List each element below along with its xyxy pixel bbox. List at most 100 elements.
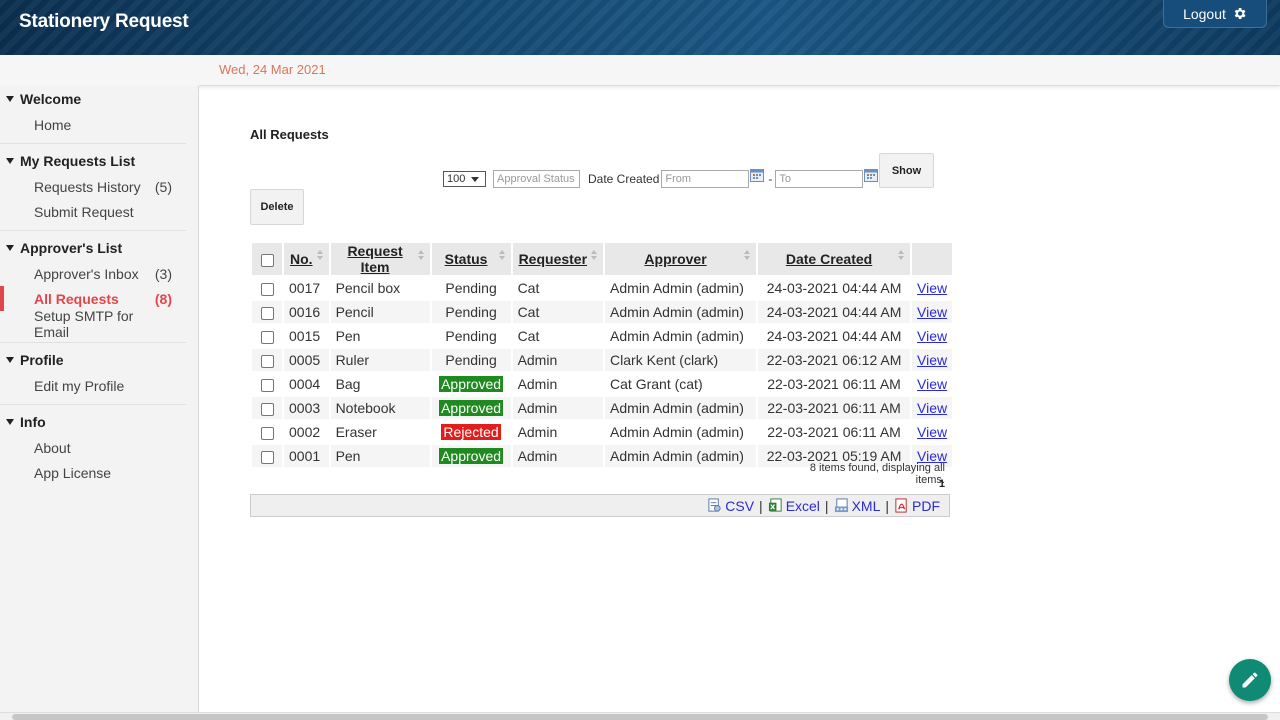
section-title-text: My Requests List	[20, 153, 136, 169]
export-xml-link[interactable]: XML	[834, 498, 880, 514]
cell-status: Pending	[432, 325, 511, 347]
cell-no: 0002	[289, 424, 321, 440]
row-checkbox[interactable]	[260, 426, 274, 440]
header-label: Approver	[644, 251, 707, 267]
sidebar-item-approvers-inbox[interactable]: Approver's Inbox (3)	[0, 261, 186, 286]
sidebar-item-label: App License	[34, 464, 112, 481]
sidebar-section-welcome: Welcome Home	[0, 86, 186, 144]
header-actions	[912, 243, 953, 275]
row-checkbox[interactable]	[260, 450, 274, 464]
scrollbar-thumb[interactable]	[12, 714, 1268, 720]
sidebar-section-title[interactable]: Info	[0, 409, 186, 435]
view-link[interactable]: View	[917, 280, 947, 296]
sidebar-item-label: Home	[34, 116, 72, 133]
cell-date: 24-03-2021 04:44 AM	[766, 280, 902, 296]
cell-status: Pending	[432, 277, 511, 299]
cell-item: Eraser	[335, 424, 377, 440]
page-size-select[interactable]: 100	[443, 171, 486, 187]
calendar-icon[interactable]	[864, 168, 879, 182]
date-from-input[interactable]: From	[661, 170, 750, 188]
sidebar-item-label: About	[34, 439, 71, 456]
export-csv-label: CSV	[725, 497, 755, 514]
csv-file-icon	[708, 498, 721, 512]
cell-date: 22-03-2021 06:11 AM	[758, 397, 911, 419]
row-checkbox[interactable]	[260, 330, 274, 344]
cell-no: 0001	[284, 445, 329, 467]
approval-status-input[interactable]: Approval Status	[493, 170, 580, 188]
select-all-checkbox[interactable]	[260, 253, 274, 267]
sidebar-item-edit-profile[interactable]: Edit my Profile	[0, 373, 186, 398]
edit-fab-button[interactable]	[1229, 659, 1271, 701]
sidebar-section-my-requests: My Requests List Requests History (5) Sub…	[0, 144, 186, 231]
export-pdf-link[interactable]: PDF	[894, 498, 940, 514]
cell-item: Pen	[335, 328, 361, 344]
date-created-label: Date Created	[588, 172, 660, 186]
row-checkbox[interactable]	[260, 306, 274, 320]
view-link[interactable]: View	[917, 400, 947, 416]
date-to-input[interactable]: To	[775, 170, 864, 188]
filter-bar: 100 Approval Status Date Created From - …	[443, 168, 879, 188]
cell-approver: Admin Admin (admin)	[605, 301, 757, 323]
view-link[interactable]: View	[917, 424, 947, 440]
header-date-created[interactable]: Date Created	[758, 243, 911, 275]
cell-approver: Admin Admin (admin)	[610, 424, 744, 440]
sidebar-item-requests-history[interactable]: Requests History (5)	[0, 174, 186, 199]
cell-approver: Admin Admin (admin)	[605, 445, 757, 467]
date-bar: Wed, 24 Mar 2021	[0, 55, 1280, 86]
sidebar-item-setup-smtp[interactable]: Setup SMTP for Email	[0, 308, 186, 340]
view-link[interactable]: View	[917, 376, 947, 392]
logout-button[interactable]: Logout	[1163, 0, 1267, 28]
row-checkbox[interactable]	[260, 378, 274, 392]
row-checkbox-cell	[252, 397, 282, 419]
cell-action: View	[912, 397, 953, 419]
sort-icon	[417, 250, 426, 260]
row-checkbox[interactable]	[260, 354, 274, 368]
export-bar: CSV | Excel | XML | PDF	[250, 494, 950, 517]
sidebar-section-info: Info About App License	[0, 405, 186, 491]
show-button[interactable]: Show	[879, 153, 934, 188]
sidebar-item-submit-request[interactable]: Submit Request	[0, 199, 186, 224]
sidebar-section-title[interactable]: Profile	[0, 347, 186, 373]
delete-button[interactable]: Delete	[250, 189, 304, 225]
sidebar-item-app-license[interactable]: App License	[0, 460, 186, 485]
sidebar-section-title[interactable]: Approver's List	[0, 235, 186, 261]
view-link[interactable]: View	[917, 328, 947, 344]
horizontal-scrollbar[interactable]	[0, 712, 1280, 720]
cell-status: Pending	[431, 301, 511, 323]
section-title-text: Info	[20, 414, 46, 430]
sidebar-item-about[interactable]: About	[0, 435, 186, 460]
row-checkbox[interactable]	[260, 402, 274, 416]
caret-down-icon	[6, 96, 14, 102]
row-checkbox[interactable]	[260, 282, 274, 296]
view-link[interactable]: View	[917, 304, 947, 320]
cell-item: Ruler	[330, 349, 430, 371]
calendar-icon[interactable]	[750, 168, 765, 182]
cell-date: 24-03-2021 04:44 AM	[758, 301, 911, 323]
sidebar-item-home[interactable]: Home	[0, 112, 186, 137]
select-all-header	[252, 243, 282, 275]
header-approver[interactable]: Approver	[605, 243, 757, 275]
cell-action: View	[912, 301, 953, 323]
header-label: Request Item	[347, 243, 403, 275]
header-request-item[interactable]: Request Item	[330, 243, 430, 275]
sidebar-section-title[interactable]: My Requests List	[0, 148, 186, 174]
cell-status: Approved	[431, 397, 511, 419]
header-requester[interactable]: Requester	[512, 243, 604, 275]
export-excel-link[interactable]: Excel	[768, 498, 820, 514]
page-number[interactable]: 1	[935, 478, 945, 490]
export-csv-link[interactable]: CSV	[707, 498, 754, 514]
cell-date: 22-03-2021 06:12 AM	[758, 349, 911, 371]
cell-no: 0005	[284, 349, 329, 371]
cell-approver: Cat Grant (cat)	[610, 376, 703, 392]
current-date: Wed, 24 Mar 2021	[219, 62, 326, 77]
cell-requester: Admin	[512, 397, 604, 419]
view-link[interactable]: View	[917, 352, 947, 368]
cell-requester: Cat	[517, 280, 540, 296]
gear-icon	[1234, 8, 1246, 19]
row-checkbox-cell	[252, 445, 282, 467]
header-status[interactable]: Status	[431, 243, 511, 275]
table-row: 0016 Pencil Pending Cat Admin Admin (adm…	[252, 301, 953, 323]
export-excel-label: Excel	[785, 497, 820, 514]
sidebar-section-title[interactable]: Welcome	[0, 86, 186, 112]
header-no[interactable]: No.	[284, 243, 329, 275]
